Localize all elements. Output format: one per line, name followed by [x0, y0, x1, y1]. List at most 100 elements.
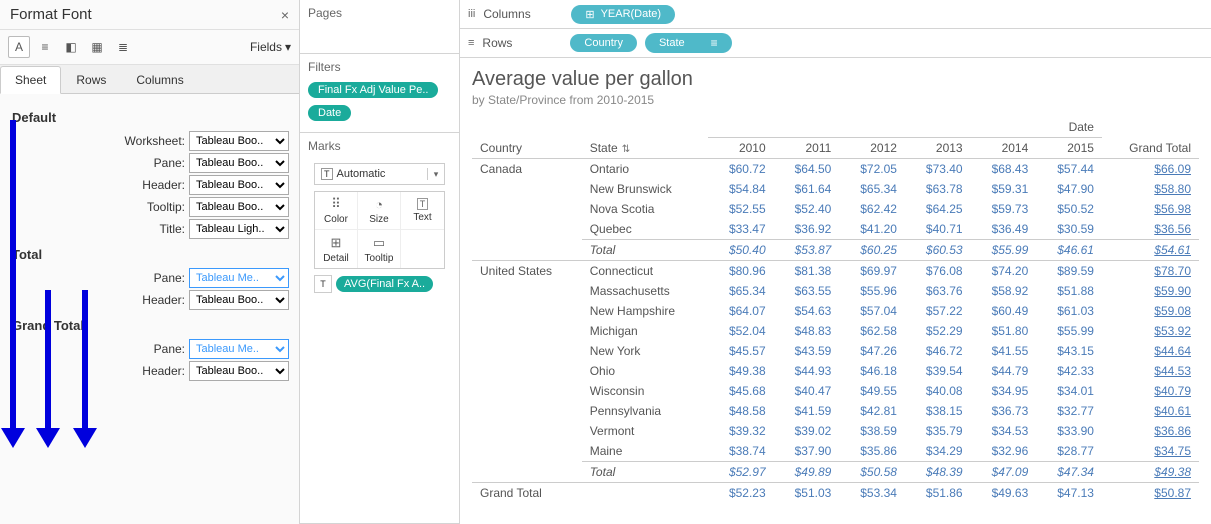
font-select[interactable]: Tableau Ligh.. — [189, 219, 289, 239]
filter-pill[interactable]: Date — [308, 105, 351, 121]
state-cell[interactable]: New Brunswick — [582, 179, 708, 199]
value-cell[interactable]: $36.73 — [971, 401, 1037, 421]
value-cell[interactable]: $57.04 — [839, 301, 905, 321]
value-cell[interactable]: $61.03 — [1036, 301, 1102, 321]
value-cell[interactable]: $41.55 — [971, 341, 1037, 361]
value-cell[interactable]: $32.77 — [1036, 401, 1102, 421]
value-cell[interactable]: $81.38 — [774, 261, 840, 282]
subtotal-cell[interactable]: $48.39 — [905, 462, 971, 483]
row-total-cell[interactable]: $44.53 — [1102, 361, 1199, 381]
value-cell[interactable]: $69.97 — [839, 261, 905, 282]
value-cell[interactable]: $38.74 — [708, 441, 774, 462]
value-cell[interactable]: $55.96 — [839, 281, 905, 301]
state-cell[interactable]: New York — [582, 341, 708, 361]
value-cell[interactable]: $34.53 — [971, 421, 1037, 441]
value-cell[interactable]: $76.08 — [905, 261, 971, 282]
rows-pill-state[interactable]: State — [645, 33, 732, 53]
value-cell[interactable]: $34.01 — [1036, 381, 1102, 401]
rows-pill-country[interactable]: Country — [570, 34, 637, 52]
row-total-cell[interactable]: $36.86 — [1102, 421, 1199, 441]
subtotal-cell[interactable]: $60.53 — [905, 240, 971, 261]
subtotal-cell[interactable]: $46.61 — [1036, 240, 1102, 261]
row-total-cell[interactable]: $78.70 — [1102, 261, 1199, 282]
header-year[interactable]: 2013 — [905, 138, 971, 159]
marks-field-pill[interactable]: AVG(Final Fx A.. — [336, 276, 433, 292]
subtotal-cell[interactable]: $60.25 — [839, 240, 905, 261]
value-cell[interactable]: $41.59 — [774, 401, 840, 421]
value-cell[interactable]: $49.55 — [839, 381, 905, 401]
text-mark-icon[interactable]: T — [314, 275, 332, 293]
row-total-cell[interactable]: $59.08 — [1102, 301, 1199, 321]
value-cell[interactable]: $43.15 — [1036, 341, 1102, 361]
value-cell[interactable]: $40.47 — [774, 381, 840, 401]
header-country[interactable]: Country — [472, 117, 582, 159]
value-cell[interactable]: $64.07 — [708, 301, 774, 321]
state-cell[interactable]: Wisconsin — [582, 381, 708, 401]
header-year[interactable]: 2014 — [971, 138, 1037, 159]
rows-shelf[interactable]: ≡ Rows Country State — [460, 29, 1211, 58]
subtotal-cell[interactable]: $47.34 — [1036, 462, 1102, 483]
value-cell[interactable]: $47.90 — [1036, 179, 1102, 199]
value-cell[interactable]: $60.49 — [971, 301, 1037, 321]
value-cell[interactable]: $45.68 — [708, 381, 774, 401]
value-cell[interactable]: $46.18 — [839, 361, 905, 381]
grand-total-cell[interactable]: $47.13 — [1036, 483, 1102, 504]
alignment-icon[interactable]: ≡ — [34, 36, 56, 58]
close-icon[interactable]: × — [281, 7, 289, 23]
value-cell[interactable]: $30.59 — [1036, 219, 1102, 240]
pages-shelf[interactable]: Pages — [300, 0, 459, 54]
value-cell[interactable]: $37.90 — [774, 441, 840, 462]
value-cell[interactable]: $59.31 — [971, 179, 1037, 199]
state-cell[interactable]: Ontario — [582, 159, 708, 180]
value-cell[interactable]: $74.20 — [971, 261, 1037, 282]
value-cell[interactable]: $41.20 — [839, 219, 905, 240]
state-cell[interactable]: Connecticut — [582, 261, 708, 282]
value-cell[interactable]: $51.88 — [1036, 281, 1102, 301]
row-total-cell[interactable]: $36.56 — [1102, 219, 1199, 240]
subtotal-total-cell[interactable]: $49.38 — [1102, 462, 1199, 483]
value-cell[interactable]: $58.92 — [971, 281, 1037, 301]
value-cell[interactable]: $65.34 — [708, 281, 774, 301]
header-state[interactable]: State⇅ — [582, 117, 708, 159]
value-cell[interactable]: $33.47 — [708, 219, 774, 240]
value-cell[interactable]: $63.55 — [774, 281, 840, 301]
fields-dropdown[interactable]: Fields▾ — [250, 40, 291, 54]
value-cell[interactable]: $73.40 — [905, 159, 971, 180]
header-year[interactable]: 2011 — [774, 138, 840, 159]
value-cell[interactable]: $52.40 — [774, 199, 840, 219]
marks-detail[interactable]: ⊞Detail — [315, 230, 358, 268]
header-year[interactable]: 2010 — [708, 138, 774, 159]
font-select[interactable]: Tableau Boo.. — [189, 153, 289, 173]
font-select[interactable]: Tableau Boo.. — [189, 290, 289, 310]
row-total-cell[interactable]: $40.61 — [1102, 401, 1199, 421]
value-cell[interactable]: $42.33 — [1036, 361, 1102, 381]
row-total-cell[interactable]: $53.92 — [1102, 321, 1199, 341]
value-cell[interactable]: $47.26 — [839, 341, 905, 361]
borders-icon[interactable]: ▦ — [86, 36, 108, 58]
value-cell[interactable]: $62.58 — [839, 321, 905, 341]
row-total-cell[interactable]: $44.64 — [1102, 341, 1199, 361]
value-cell[interactable]: $65.34 — [839, 179, 905, 199]
value-cell[interactable]: $60.72 — [708, 159, 774, 180]
value-cell[interactable]: $52.29 — [905, 321, 971, 341]
subtotal-cell[interactable]: $53.87 — [774, 240, 840, 261]
value-cell[interactable]: $44.79 — [971, 361, 1037, 381]
value-cell[interactable]: $39.32 — [708, 421, 774, 441]
header-year[interactable]: 2015 — [1036, 138, 1102, 159]
shading-icon[interactable]: ◧ — [60, 36, 82, 58]
subtotal-cell[interactable]: $50.40 — [708, 240, 774, 261]
marks-color[interactable]: ⠿Color — [315, 192, 358, 230]
value-cell[interactable]: $28.77 — [1036, 441, 1102, 462]
columns-shelf[interactable]: iii Columns ⊞YEAR(Date) — [460, 0, 1211, 29]
columns-pill[interactable]: ⊞YEAR(Date) — [571, 5, 675, 24]
subtotal-cell[interactable]: $47.09 — [971, 462, 1037, 483]
subtotal-cell[interactable]: $55.99 — [971, 240, 1037, 261]
value-cell[interactable]: $42.81 — [839, 401, 905, 421]
value-cell[interactable]: $52.55 — [708, 199, 774, 219]
font-select[interactable]: Tableau Boo.. — [189, 361, 289, 381]
subtotal-cell[interactable]: $52.97 — [708, 462, 774, 483]
lines-icon[interactable]: ≣ — [112, 36, 134, 58]
value-cell[interactable]: $72.05 — [839, 159, 905, 180]
value-cell[interactable]: $54.63 — [774, 301, 840, 321]
font-select[interactable]: Tableau Boo.. — [189, 175, 289, 195]
